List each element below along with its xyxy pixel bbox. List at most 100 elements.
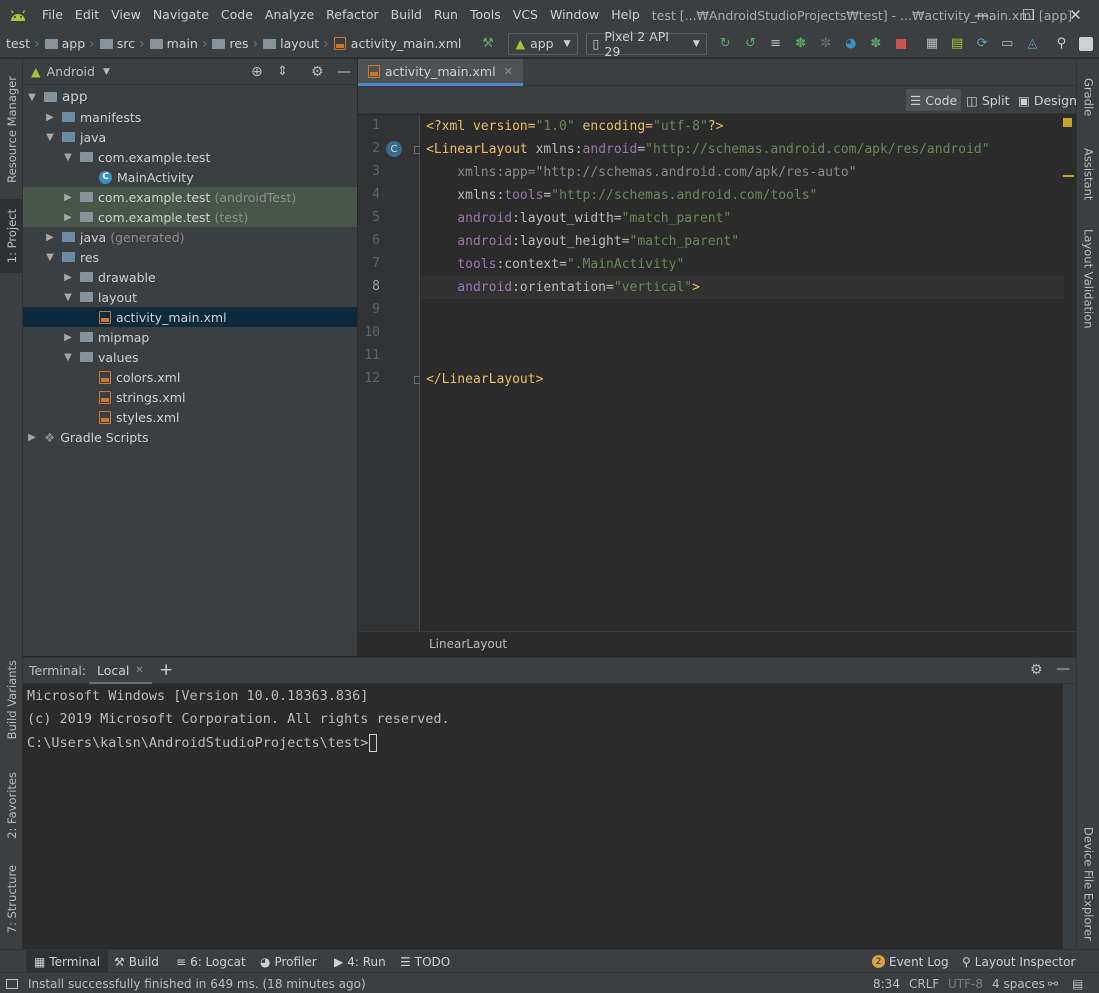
warning-marker-icon[interactable] xyxy=(1063,118,1072,127)
gear-icon[interactable]: ⚙ xyxy=(311,64,324,80)
coverage-icon[interactable]: ≡ xyxy=(763,33,788,55)
status-toggle-icon[interactable] xyxy=(6,973,18,993)
breadcrumb-main[interactable]: main › xyxy=(149,36,213,52)
collapsed-arrow-icon[interactable]: ▶ xyxy=(25,432,39,443)
debug-icon[interactable]: ✽ xyxy=(788,33,813,55)
tree-node-package-test[interactable]: ▶ com.example.test (test) xyxy=(23,207,357,227)
menu-vcs[interactable]: VCS xyxy=(507,0,544,30)
tree-node-app[interactable]: ▼ app xyxy=(23,87,357,107)
layout-inspector-icon[interactable]: ◬ xyxy=(1020,33,1045,55)
line-separator[interactable]: CRLF xyxy=(909,973,939,993)
tab-resource-manager[interactable]: Resource Manager xyxy=(0,69,23,189)
tree-node-package-main[interactable]: ▼ com.example.test xyxy=(23,147,357,167)
tab-assistant[interactable]: Assistant xyxy=(1077,139,1099,209)
tab-device-file-explorer[interactable]: Device File Explorer xyxy=(1077,819,1099,949)
user-icon[interactable] xyxy=(1074,33,1099,55)
tree-node-values[interactable]: ▼ values xyxy=(23,347,357,367)
toolwindow-build[interactable]: ⚒ Build xyxy=(114,950,159,973)
tree-node-strings[interactable]: strings.xml xyxy=(23,387,357,407)
menu-build[interactable]: Build xyxy=(385,0,428,30)
tab-project[interactable]: 1: Project xyxy=(0,199,23,273)
sync-gradle-icon[interactable]: ▤ xyxy=(945,33,970,55)
menu-analyze[interactable]: Analyze xyxy=(259,0,320,30)
tree-node-colors[interactable]: colors.xml xyxy=(23,367,357,387)
profile-icon[interactable]: ◕ xyxy=(838,33,863,55)
avd-manager-icon[interactable]: ⟳ xyxy=(970,33,995,55)
maximize-icon[interactable]: ☐ xyxy=(1005,0,1052,30)
view-split-button[interactable]: ◫ Split xyxy=(962,89,1014,111)
tree-node-main-activity[interactable]: C MainActivity xyxy=(23,167,357,187)
breadcrumb-app[interactable]: app › xyxy=(44,36,100,52)
view-design-button[interactable]: ▣ Design xyxy=(1014,89,1081,111)
breadcrumb-file[interactable]: activity_main.xml xyxy=(333,36,461,51)
tree-node-gradle-scripts[interactable]: ▶ ❖ Gradle Scripts xyxy=(23,427,357,447)
search-icon[interactable]: ⚲ xyxy=(1049,33,1074,55)
related-class-gutter-icon[interactable]: C xyxy=(386,141,402,157)
code-editor[interactable]: <?xml version="1.0" encoding="utf-8"?> <… xyxy=(420,115,1076,631)
terminal-scrollbar[interactable] xyxy=(1063,684,1076,949)
expanded-arrow-icon[interactable]: ▼ xyxy=(43,252,57,263)
lock-icon[interactable]: ⚯ xyxy=(1048,973,1058,993)
tree-node-styles[interactable]: styles.xml xyxy=(23,407,357,427)
toolwindow-terminal[interactable]: ▦ Terminal xyxy=(26,950,109,973)
gear-icon[interactable]: ⚙ xyxy=(1030,662,1043,678)
breadcrumb-project[interactable]: test › xyxy=(6,36,45,52)
expanded-arrow-icon[interactable]: ▼ xyxy=(25,92,39,103)
menu-view[interactable]: View xyxy=(105,0,147,30)
expanded-arrow-icon[interactable]: ▼ xyxy=(61,352,75,363)
close-tab-icon[interactable]: ✕ xyxy=(135,665,143,676)
breadcrumb-res[interactable]: res › xyxy=(212,36,263,52)
close-tab-icon[interactable]: ✕ xyxy=(504,65,513,78)
tab-layout-validation[interactable]: Layout Validation xyxy=(1077,219,1099,339)
tab-build-variants[interactable]: Build Variants xyxy=(0,655,23,745)
tree-node-res[interactable]: ▼ res xyxy=(23,247,357,267)
tree-node-drawable[interactable]: ▶ drawable xyxy=(23,267,357,287)
menu-window[interactable]: Window xyxy=(544,0,605,30)
menu-code[interactable]: Code xyxy=(215,0,259,30)
menu-run[interactable]: Run xyxy=(428,0,464,30)
make-project-hammer-icon[interactable]: ⚒ xyxy=(475,33,500,55)
terminal-tab-local[interactable]: Local ✕ xyxy=(89,658,152,684)
tree-node-java-generated[interactable]: ▶ java (generated) xyxy=(23,227,357,247)
expanded-arrow-icon[interactable]: ▼ xyxy=(43,132,57,143)
editor-tab-activity-main[interactable]: activity_main.xml ✕ xyxy=(358,59,523,86)
toolwindow-event-log[interactable]: 2 Event Log xyxy=(872,950,949,973)
tab-favorites[interactable]: 2: Favorites xyxy=(0,765,23,845)
collapsed-arrow-icon[interactable]: ▶ xyxy=(61,212,75,223)
terminal-output[interactable]: Microsoft Windows [Version 10.0.18363.83… xyxy=(23,684,1063,949)
collapsed-arrow-icon[interactable]: ▶ xyxy=(61,332,75,343)
tree-node-activity-main[interactable]: activity_main.xml xyxy=(23,307,357,327)
file-encoding[interactable]: UTF-8 xyxy=(948,973,983,993)
attach-debugger-icon[interactable]: ✼ xyxy=(813,33,838,55)
breadcrumb-src[interactable]: src › xyxy=(99,36,150,52)
sdk-manager-icon[interactable]: ▭ xyxy=(995,33,1020,55)
device-select[interactable]: ▯ Pixel 2 API 29 ▼ xyxy=(585,29,707,59)
collapsed-arrow-icon[interactable]: ▶ xyxy=(43,232,57,243)
toolwindow-profiler[interactable]: ◕ Profiler xyxy=(260,950,317,973)
breadcrumb-layout[interactable]: layout › xyxy=(263,36,334,52)
tree-node-java[interactable]: ▼ java xyxy=(23,127,357,147)
toolwindow-run[interactable]: ▶ 4: Run xyxy=(334,950,386,973)
debug-attach-icon[interactable]: ✽ xyxy=(863,33,888,55)
toolwindow-layout-inspector[interactable]: ⚲ Layout Inspector xyxy=(962,950,1075,973)
collapsed-arrow-icon[interactable]: ▶ xyxy=(61,272,75,283)
apply-code-changes-icon[interactable]: ↺ xyxy=(738,33,763,55)
expanded-arrow-icon[interactable]: ▼ xyxy=(61,152,75,163)
tree-node-layout[interactable]: ▼ layout xyxy=(23,287,357,307)
add-terminal-icon[interactable]: + xyxy=(159,660,173,680)
menu-tools[interactable]: Tools xyxy=(464,0,507,30)
tab-structure[interactable]: 7: Structure xyxy=(0,859,23,939)
collapse-all-icon[interactable]: ⇕ xyxy=(277,64,288,79)
locate-target-icon[interactable]: ⊕ xyxy=(251,64,263,80)
menu-edit[interactable]: Edit xyxy=(69,0,105,30)
stop-icon[interactable] xyxy=(888,33,913,55)
editor-breadcrumb[interactable]: LinearLayout xyxy=(429,637,507,651)
run-config-select[interactable]: ▲ app ▼ xyxy=(508,32,578,55)
collapsed-arrow-icon[interactable]: ▶ xyxy=(61,192,75,203)
menu-file[interactable]: File xyxy=(36,0,69,30)
hide-panel-icon[interactable]: — xyxy=(337,64,351,80)
tree-node-manifests[interactable]: ▶ manifests xyxy=(23,107,357,127)
apply-changes-restart-icon[interactable]: ↻ xyxy=(713,33,738,55)
collapsed-arrow-icon[interactable]: ▶ xyxy=(43,112,57,123)
status-message[interactable]: Install successfully finished in 649 ms.… xyxy=(28,973,366,993)
